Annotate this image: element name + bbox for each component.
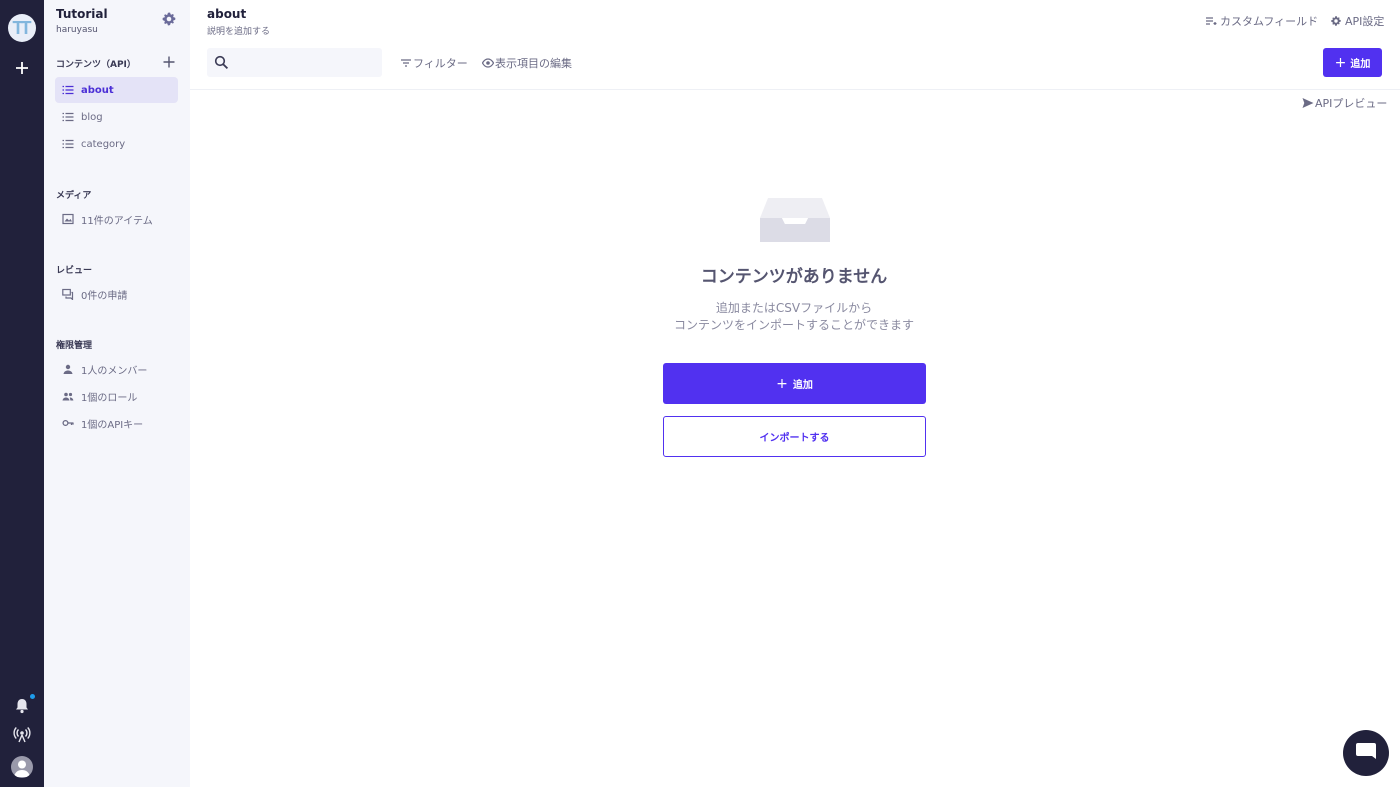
add-content-button[interactable]: + 追加 [1323,48,1382,77]
gear-icon [1330,15,1342,27]
sidebar-item-blog[interactable]: blog [55,104,178,130]
sidebar-item-roles[interactable]: 1個のロール [55,383,178,409]
search-icon [214,55,229,70]
sidebar-item-media[interactable]: 11件のアイテム [55,206,178,232]
edit-columns-label: 表示項目の編集 [495,57,572,70]
eye-icon [482,57,494,69]
key-icon [62,417,74,429]
search-box [207,48,382,77]
send-icon [1302,97,1314,109]
add-service-icon[interactable] [12,58,32,78]
person-icon [62,363,74,375]
sidebar-item-label: blog [81,111,103,123]
plus-icon: + [776,375,788,392]
image-icon [62,213,74,225]
media-section-title: メディア [56,191,92,201]
sidebar: Tutorial haruyasu コンテンツ（API） about blog … [44,0,190,787]
sidebar-item-label: 1人のメンバー [81,365,148,377]
service-id: haruyasu [56,25,98,35]
add-description-link[interactable]: 説明を追加する [207,24,270,37]
sidebar-item-category[interactable]: category [55,131,178,157]
gear-icon[interactable] [161,11,177,27]
list-icon [62,84,74,96]
sidebar-item-label: 1個のロール [81,392,138,404]
group-icon [62,390,74,402]
chat-bubble-icon [1354,741,1378,766]
plus-icon: + [1334,54,1347,71]
broadcast-icon[interactable] [12,725,32,745]
review-section-title: レビュー [56,266,93,276]
api-settings-label: API設定 [1345,15,1385,28]
chat-support-button[interactable] [1343,730,1389,776]
sidebar-item-api-keys[interactable]: 1個のAPIキー [55,410,178,436]
empty-state-description: 追加またはCSVファイルから コンテンツをインポートすることができます [594,300,994,334]
service-rail: TT [0,0,44,787]
filter-label: フィルター [413,57,468,70]
list-icon [62,111,74,123]
custom-field-label: カスタムフィールド [1220,15,1319,28]
api-preview-link[interactable]: APIプレビュー [1302,95,1387,111]
empty-inbox-icon [759,196,831,244]
api-preview-label: APIプレビュー [1315,97,1388,110]
sidebar-item-label: 11件のアイテム [81,215,153,227]
sidebar-item-label: 0件の申請 [81,290,128,302]
user-avatar[interactable] [11,756,33,778]
page-title: about [207,7,247,21]
sidebar-item-label: about [81,84,114,96]
chat-icon [62,288,74,300]
sidebar-item-about[interactable]: about [55,77,178,103]
list-icon [62,138,74,150]
notification-dot [30,694,35,699]
custom-field-link[interactable]: カスタムフィールド [1205,13,1318,29]
empty-state-line2: コンテンツをインポートすることができます [673,318,914,332]
empty-state-line1: 追加またはCSVファイルから [715,301,873,315]
add-api-icon[interactable] [162,55,176,69]
permission-section-title: 権限管理 [56,341,93,351]
import-button[interactable]: インポートする [663,416,926,457]
empty-add-button[interactable]: + 追加 [663,363,926,404]
header-divider [190,89,1400,90]
service-initials: TT [12,17,32,38]
filter-icon [400,57,412,69]
edit-columns-button[interactable]: 表示項目の編集 [482,55,572,71]
content-section-title: コンテンツ（API） [56,60,136,70]
filter-button[interactable]: フィルター [400,55,468,71]
bell-icon[interactable] [12,696,32,716]
add-content-label: 追加 [1350,59,1371,70]
service-name[interactable]: Tutorial [56,7,108,21]
import-label: インポートする [759,433,830,444]
sidebar-item-members[interactable]: 1人のメンバー [55,356,178,382]
sidebar-item-label: category [81,138,126,150]
empty-add-label: 追加 [792,380,813,391]
search-input[interactable] [235,53,375,72]
sidebar-item-label: 1個のAPIキー [81,419,144,431]
custom-field-icon [1205,15,1217,27]
sidebar-item-review[interactable]: 0件の申請 [55,281,178,307]
empty-state-title: コンテンツがありません [700,267,888,287]
api-settings-link[interactable]: API設定 [1330,13,1384,29]
service-avatar[interactable]: TT [8,14,36,42]
